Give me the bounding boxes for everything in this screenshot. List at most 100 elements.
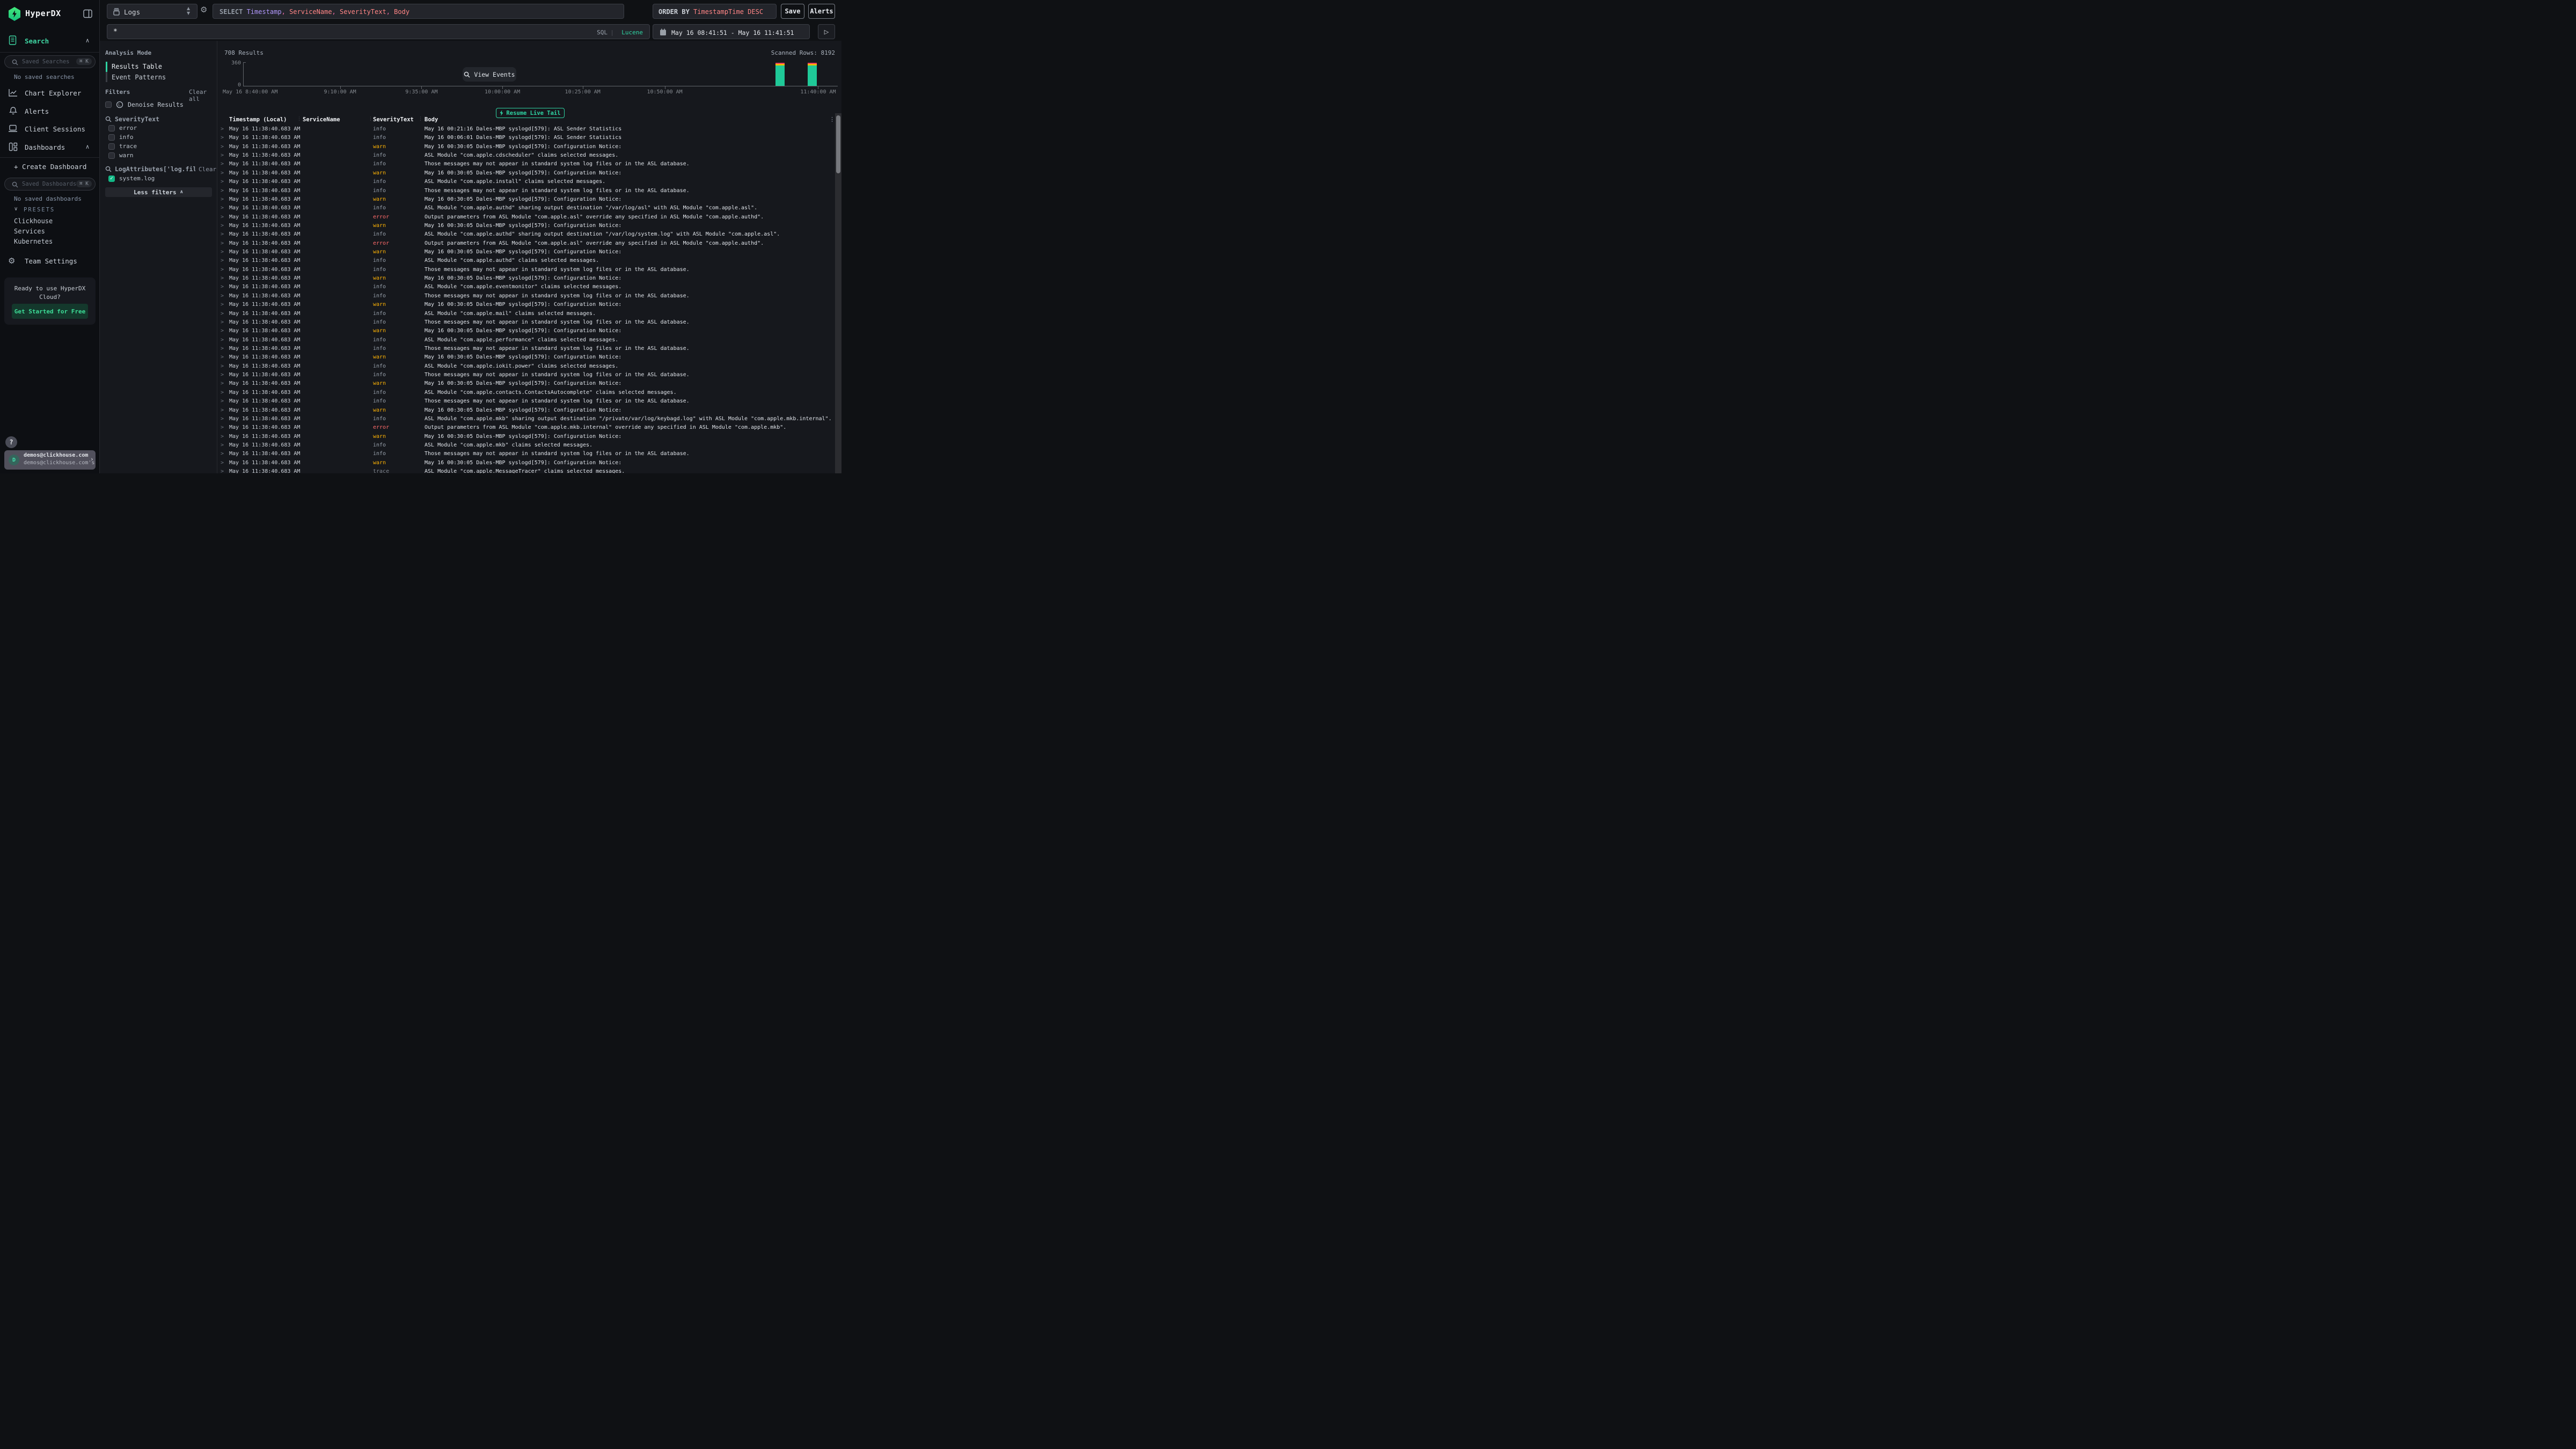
table-row[interactable]: >May 16 11:38:40.683 AMinfoThose message… [217,397,835,406]
create-dashboard-button[interactable]: + Create Dashboard [14,163,86,171]
table-row[interactable]: >May 16 11:38:40.683 AMwarnMay 16 00:30:… [217,222,835,230]
sidebar-item-client-sessions[interactable]: Client Sessions [25,125,85,133]
table-row[interactable]: >May 16 11:38:40.683 AMinfoASL Module "c… [217,310,835,318]
histogram-bar[interactable] [775,63,785,86]
table-row[interactable]: >May 16 11:38:40.683 AMerrorOutput param… [217,423,835,432]
severity-option-row[interactable]: info [108,134,134,141]
denoise-filter-row[interactable]: Denoise Results [105,101,184,108]
source-select[interactable]: Logs ▲▼ [107,4,197,19]
preset-item-clickhouse[interactable]: Clickhouse [14,217,53,225]
trace-checkbox[interactable] [108,143,115,150]
warn-checkbox[interactable] [108,152,115,159]
chevron-up-icon[interactable]: ∧ [85,143,90,150]
less-filters-button[interactable]: Less filters ∧ [105,187,212,197]
table-row[interactable]: >May 16 11:38:40.683 AMinfoThose message… [217,371,835,379]
table-row[interactable]: >May 16 11:38:40.683 AMinfoASL Module "c… [217,441,835,450]
column-settings-kebab-icon[interactable]: ⋮ [829,116,835,123]
table-row[interactable]: >May 16 11:38:40.683 AMwarnMay 16 00:30:… [217,379,835,388]
table-row[interactable]: >May 16 11:38:40.683 AMinfoASL Module "c… [217,283,835,291]
col-header-timestamp[interactable]: Timestamp (Local) [229,116,287,123]
preset-item-services[interactable]: Services [14,228,45,235]
date-range-picker[interactable]: May 16 08:41:51 - May 16 11:41:51 [653,24,810,39]
table-row[interactable]: >May 16 11:38:40.683 AMinfoASL Module "c… [217,230,835,239]
denoise-checkbox[interactable] [105,101,112,108]
resume-live-tail-button[interactable]: Resume Live Tail [496,108,565,118]
get-started-button[interactable]: Get Started for Free [12,304,88,319]
table-row[interactable]: >May 16 11:38:40.683 AMwarnMay 16 00:30:… [217,353,835,362]
presets-label[interactable]: PRESETS [24,207,55,213]
col-header-servicename[interactable]: ServiceName [303,116,340,123]
search-query-input[interactable]: * SQL | Lucene [107,24,650,39]
sidebar-item-dashboards[interactable]: Dashboards [25,143,65,151]
log-attr-option-row[interactable]: ✓ system.log [108,175,155,182]
table-row[interactable]: >May 16 11:38:40.683 AMinfoMay 16 00:21:… [217,125,835,134]
severity-option-row[interactable]: error [108,125,137,131]
chevron-down-icon[interactable]: ∨ [14,206,18,212]
table-row[interactable]: >May 16 11:38:40.683 AMwarnMay 16 00:30:… [217,459,835,467]
preset-item-kubernetes[interactable]: Kubernetes [14,238,53,245]
mode-results-table[interactable]: Results Table [112,63,162,70]
order-by-input[interactable]: ORDER BY TimestampTime DESC [653,4,777,19]
table-row[interactable]: >May 16 11:38:40.683 AMwarnMay 16 00:30:… [217,248,835,257]
table-row[interactable]: >May 16 11:38:40.683 AMinfoThose message… [217,345,835,353]
mode-event-patterns[interactable]: Event Patterns [112,74,166,81]
table-row[interactable]: >May 16 11:38:40.683 AMwarnMay 16 00:30:… [217,433,835,441]
saved-searches-input[interactable]: Saved Searches ⌘ K [4,55,96,68]
help-button[interactable]: ? [5,436,17,448]
table-row[interactable]: >May 16 11:38:40.683 AMinfoThose message… [217,450,835,458]
table-row[interactable]: >May 16 11:38:40.683 AMwarnMay 16 00:30:… [217,169,835,178]
col-header-body[interactable]: Body [425,116,438,123]
table-row[interactable]: >May 16 11:38:40.683 AMwarnMay 16 00:30:… [217,274,835,283]
clear-all-button[interactable]: Clear all [189,89,217,103]
table-row[interactable]: >May 16 11:38:40.683 AMwarnMay 16 00:30:… [217,195,835,204]
table-row[interactable]: >May 16 11:38:40.683 AMinfoASL Module "c… [217,151,835,160]
table-row[interactable]: >May 16 11:38:40.683 AMtraceASL Module "… [217,467,835,473]
table-row[interactable]: >May 16 11:38:40.683 AMwarnMay 16 00:30:… [217,406,835,415]
table-row[interactable]: >May 16 11:38:40.683 AMinfoMay 16 00:06:… [217,134,835,142]
table-row[interactable]: >May 16 11:38:40.683 AMwarnMay 16 00:30:… [217,301,835,309]
sql-mode-toggle[interactable]: SQL [597,29,608,36]
save-button[interactable]: Save [781,4,804,19]
view-events-button[interactable]: View Events [463,67,516,82]
table-row[interactable]: >May 16 11:38:40.683 AMinfoThose message… [217,266,835,274]
user-menu[interactable]: D demos@clickhouse.com demos@clickhouse.… [4,450,96,470]
table-row[interactable]: >May 16 11:38:40.683 AMinfoASL Module "c… [217,178,835,186]
error-checkbox[interactable] [108,125,115,131]
lucene-mode-toggle[interactable]: Lucene [621,29,643,36]
table-row[interactable]: >May 16 11:38:40.683 AMinfoThose message… [217,318,835,327]
table-row[interactable]: >May 16 11:38:40.683 AMwarnMay 16 00:30:… [217,327,835,335]
table-row[interactable]: >May 16 11:38:40.683 AMinfoASL Module "c… [217,389,835,397]
log-attr-group-label[interactable]: LogAttributes['log.file.nam [115,165,195,173]
scrollbar-thumb[interactable] [836,115,840,173]
severity-option-row[interactable]: trace [108,143,137,150]
table-row[interactable]: >May 16 11:38:40.683 AMinfoASL Module "c… [217,204,835,213]
table-row[interactable]: >May 16 11:38:40.683 AMerrorOutput param… [217,213,835,222]
sidebar-item-alerts[interactable]: Alerts [25,107,49,115]
col-header-severitytext[interactable]: SeverityText [373,116,414,123]
live-tail-play-button[interactable]: ▷ [818,24,835,39]
table-row[interactable]: >May 16 11:38:40.683 AMinfoASL Module "c… [217,336,835,345]
chevron-up-icon[interactable]: ∧ [85,37,90,44]
sidebar-item-team-settings[interactable]: Team Settings [25,257,77,265]
table-row[interactable]: >May 16 11:38:40.683 AMinfoASL Module "c… [217,257,835,265]
saved-dashboards-input[interactable]: Saved Dashboards ⌘ K [4,178,96,191]
severity-group-label[interactable]: SeverityText [115,115,159,123]
source-settings-gear-icon[interactable]: ⚙ [200,5,207,14]
table-row[interactable]: >May 16 11:38:40.683 AMwarnMay 16 00:30:… [217,143,835,151]
table-row[interactable]: >May 16 11:38:40.683 AMinfoASL Module "c… [217,362,835,371]
log-attr-clear-button[interactable]: Clear [199,166,216,173]
sidebar-item-search[interactable]: Search [25,37,49,45]
table-row[interactable]: >May 16 11:38:40.683 AMinfoThose message… [217,187,835,195]
scrollbar-track[interactable] [835,113,841,473]
alerts-button[interactable]: Alerts [808,4,835,19]
sidebar-item-chart-explorer[interactable]: Chart Explorer [25,89,81,97]
info-checkbox[interactable] [108,134,115,141]
histogram-bar[interactable] [808,63,817,86]
severity-option-row[interactable]: warn [108,152,134,159]
table-row[interactable]: >May 16 11:38:40.683 AMinfoThose message… [217,160,835,169]
select-query-input[interactable]: SELECT Timestamp, ServiceName, SeverityT… [213,4,624,19]
system-log-checkbox[interactable]: ✓ [108,175,115,182]
table-row[interactable]: >May 16 11:38:40.683 AMerrorOutput param… [217,239,835,248]
table-row[interactable]: >May 16 11:38:40.683 AMinfoThose message… [217,292,835,301]
sidebar-collapse-icon[interactable] [83,9,92,18]
